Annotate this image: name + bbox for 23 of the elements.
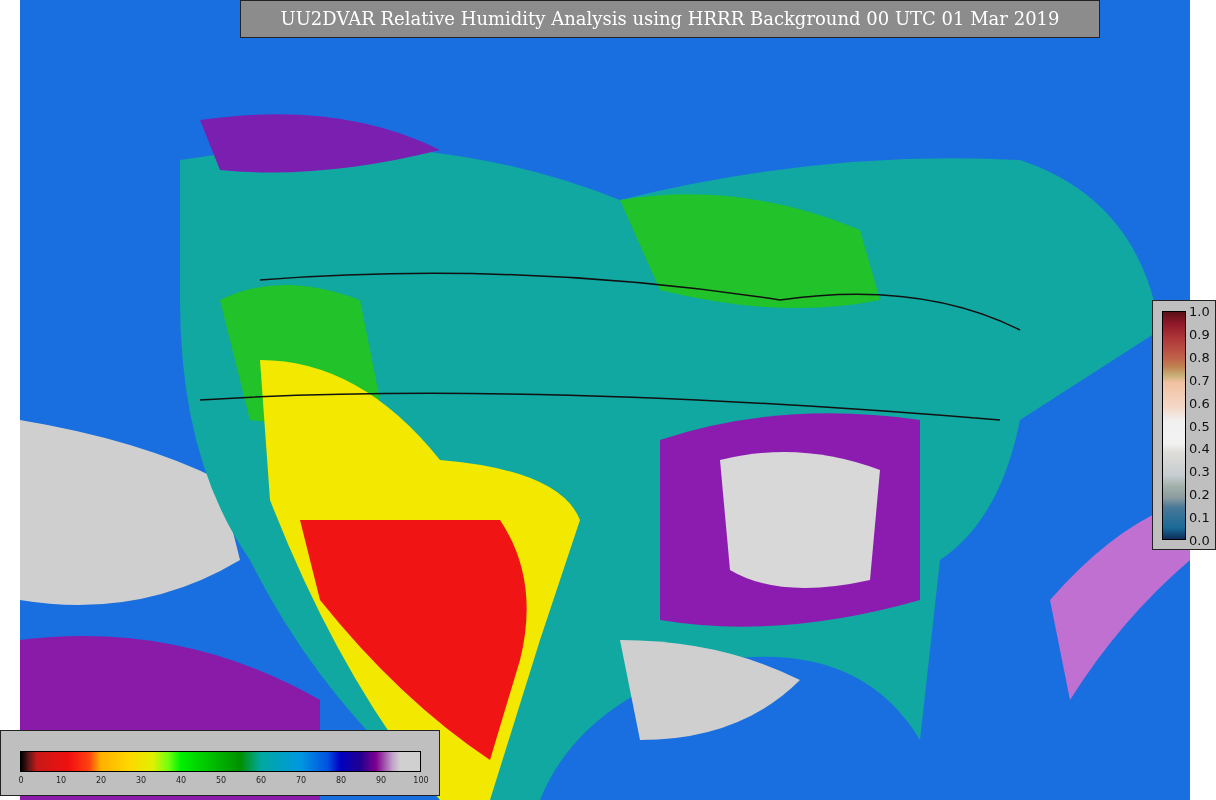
tick-label: 0.4 xyxy=(1189,441,1210,455)
tick-label: 50 xyxy=(215,776,227,785)
tick-label: 30 xyxy=(135,776,147,785)
tick-label: 0.7 xyxy=(1189,373,1210,387)
tick-label: 10 xyxy=(55,776,67,785)
tick-label: 0.3 xyxy=(1189,464,1210,478)
tick-label: 40 xyxy=(175,776,187,785)
tick-label: 1.0 xyxy=(1189,304,1210,318)
tick-label: 80 xyxy=(335,776,347,785)
map-title: UU2DVAR Relative Humidity Analysis using HRRR Background 00 UTC 01 Mar 2019 xyxy=(240,0,1100,38)
tick-label: 100 xyxy=(413,776,429,785)
tick-label: 0.8 xyxy=(1189,350,1210,364)
tick-label: 0.5 xyxy=(1189,419,1210,432)
tick-label: 70 xyxy=(295,776,307,785)
tick-label: 0 xyxy=(18,776,24,785)
tick-label: 90 xyxy=(375,776,387,785)
tick-label: 60 xyxy=(255,776,267,785)
tick-label: 0.0 xyxy=(1189,533,1210,547)
tick-label: 20 xyxy=(95,776,107,785)
tick-label: 0.9 xyxy=(1189,327,1210,341)
tick-label: 0.2 xyxy=(1189,487,1210,501)
tick-label: 0.6 xyxy=(1189,396,1210,410)
tick-label: 0.1 xyxy=(1189,510,1210,524)
